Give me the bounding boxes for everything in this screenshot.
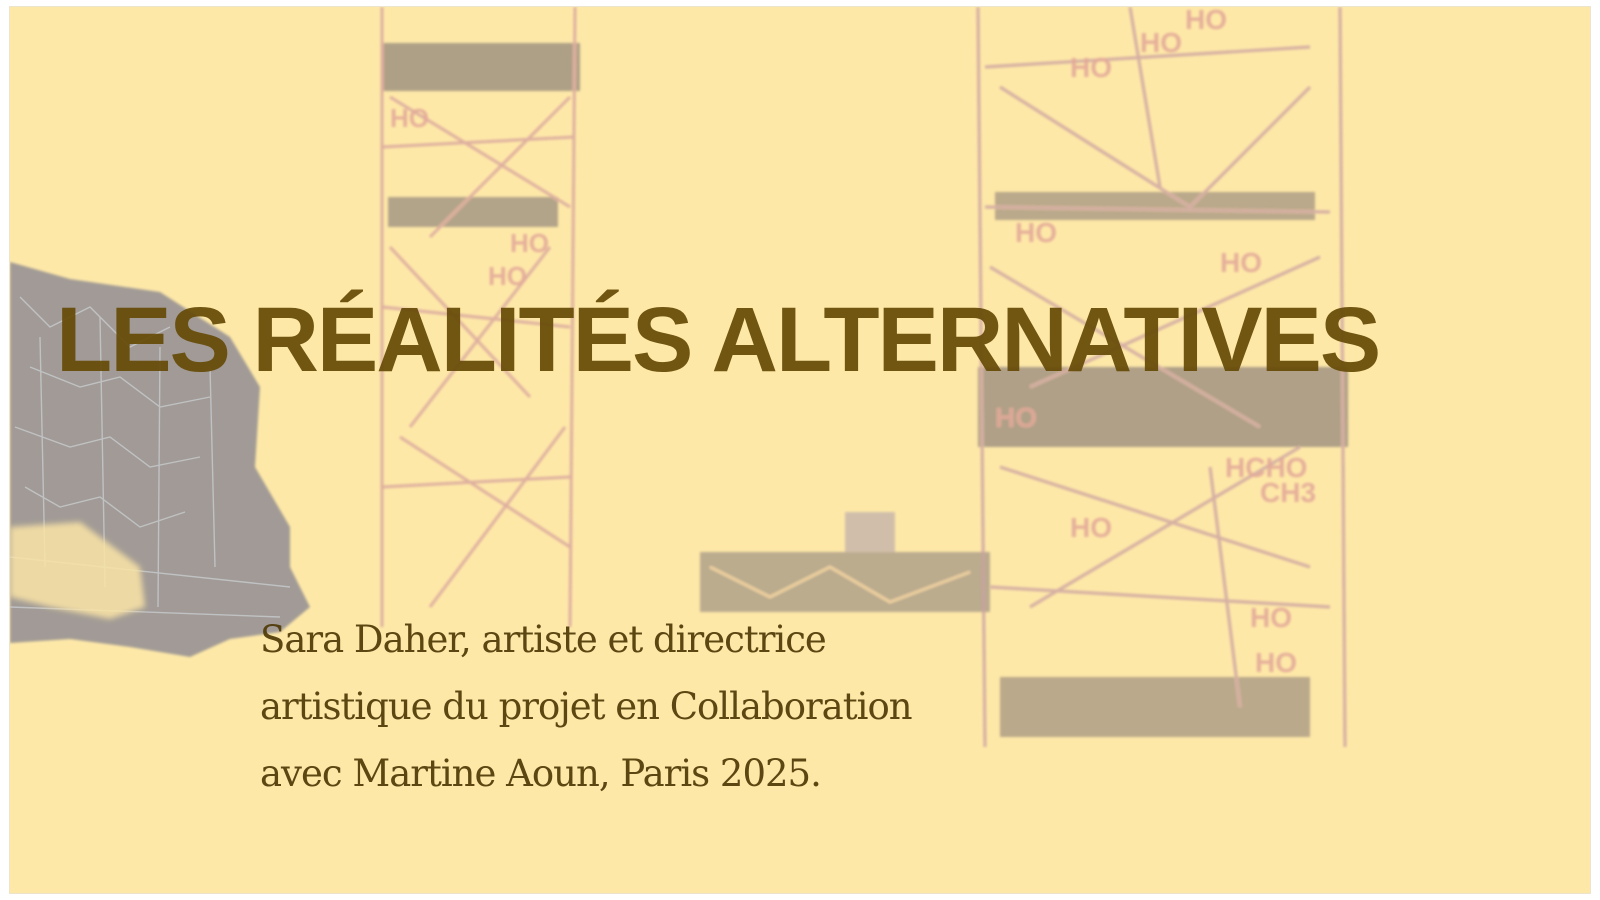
caption-line: artistique du projet en Collaboration — [260, 685, 913, 728]
caption-line: Sara Daher, artiste et directrice — [260, 618, 827, 661]
caption-line: avec Martine Aoun, Paris 2025. — [260, 752, 822, 795]
slide-caption: Sara Daher, artiste et directrice artist… — [260, 606, 1060, 807]
slide-title: LES RÉALITÉS ALTERNATIVES — [56, 289, 1381, 391]
presentation-slide: HO HO HO HO HO HO HO HO HO HO HO HO HCHO… — [10, 7, 1590, 893]
